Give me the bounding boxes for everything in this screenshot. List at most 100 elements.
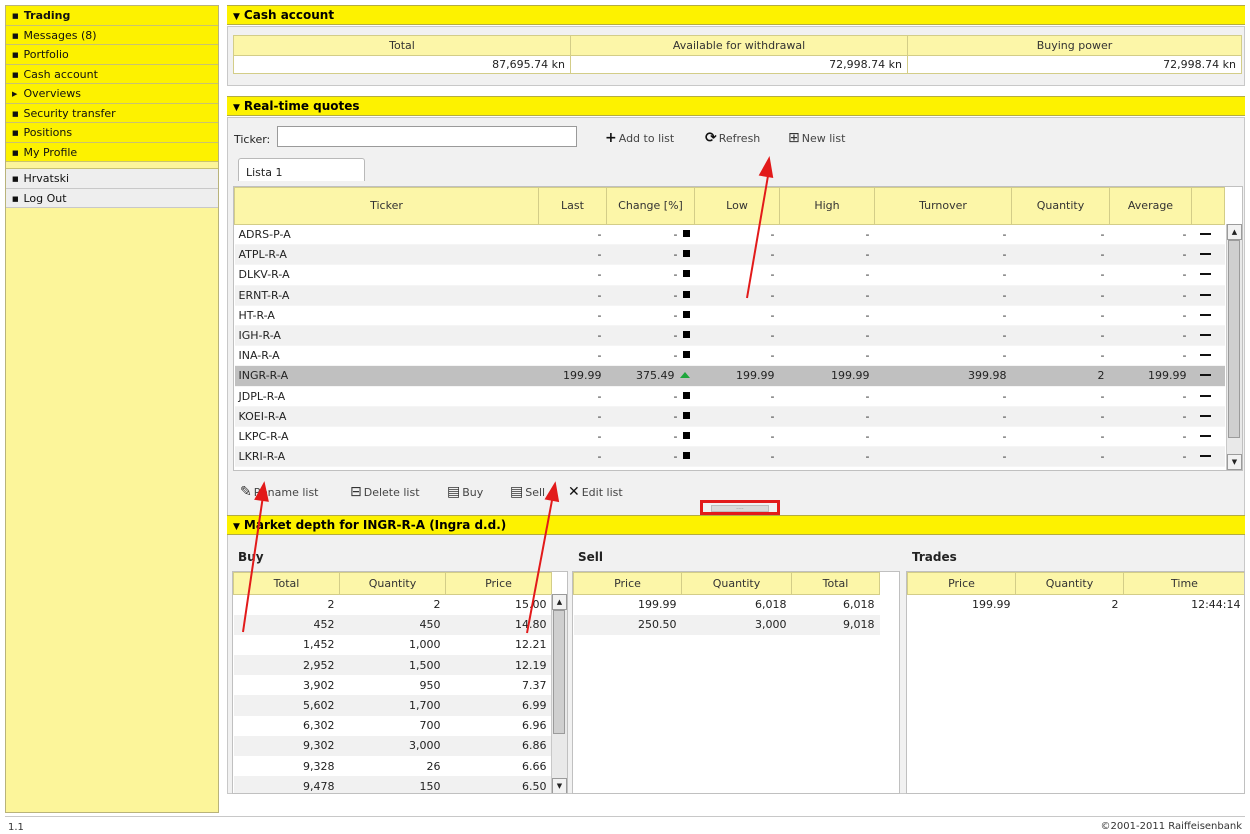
panel-splitter-highlight[interactable]: .... — [700, 500, 780, 515]
sidebar-item-cash-account[interactable]: ■ Cash account — [6, 64, 218, 84]
sell-depth-row-cell: 250.50 — [638, 618, 677, 632]
sell-depth-row[interactable]: 199.99 6,018 6,018 — [574, 595, 880, 615]
col-turnover[interactable]: Turnover — [874, 187, 1012, 225]
quote-row[interactable]: INA-R-A - - - - - - - — [234, 345, 1225, 367]
quote-value: - — [673, 228, 678, 242]
refresh-button[interactable]: ⟳ Refresh — [705, 130, 760, 146]
ticker-input[interactable] — [277, 126, 577, 147]
buy-depth-row[interactable]: 5,602 1,700 6.99 — [233, 695, 552, 716]
up-arrow-icon — [679, 372, 690, 379]
quote-row[interactable]: LKPC-R-A - - - - - - - — [234, 426, 1225, 448]
buy-depth-row[interactable]: 3,902 950 7.37 — [234, 675, 552, 695]
minus-icon[interactable] — [1199, 334, 1211, 337]
tab-lista-1[interactable]: Lista 1 — [238, 158, 365, 181]
buy-depth-row[interactable]: 9,478 150 6.50 — [233, 776, 552, 793]
quote-value: - — [770, 268, 775, 282]
minus-icon[interactable] — [1199, 273, 1211, 276]
col-low[interactable]: Low — [694, 187, 780, 225]
quote-remove-cell — [1191, 386, 1225, 407]
col-trade-price[interactable]: Price — [907, 572, 1016, 595]
buy-depth-row[interactable]: 2 2 15.00 — [234, 595, 552, 615]
scroll-thumb[interactable] — [553, 610, 565, 734]
cash-account-header[interactable]: ▼ Cash account — [227, 5, 1245, 25]
col-buy-quantity[interactable]: Quantity — [339, 572, 446, 595]
scroll-down-button[interactable]: ▼ — [552, 778, 567, 793]
col-last[interactable]: Last — [538, 187, 607, 225]
sidebar-item-trading[interactable]: ■ Trading — [6, 6, 218, 26]
col-actions — [1191, 187, 1225, 225]
minus-icon[interactable] — [1199, 455, 1211, 458]
sidebar-item-overviews[interactable]: ▶ Overviews — [6, 84, 218, 104]
minus-icon[interactable] — [1199, 233, 1211, 236]
buy-scrollbar[interactable]: ▲ ▼ — [551, 594, 567, 793]
col-trade-quantity[interactable]: Quantity — [1015, 572, 1124, 595]
quote-row[interactable]: INGR-R-A 199.99 375.49 199.99 199.99 399.98 2 1… — [234, 365, 1225, 387]
new-list-button[interactable]: ⊞ New list — [788, 130, 845, 146]
col-buy-total[interactable]: Total — [233, 572, 340, 595]
quote-row[interactable]: KOEI-R-A - - - - - - - — [234, 406, 1225, 427]
scroll-thumb[interactable] — [1228, 240, 1240, 438]
quote-cell-change: - — [606, 345, 695, 367]
col-high[interactable]: High — [779, 187, 875, 225]
rename-list-button[interactable]: ✎ Rename list — [240, 484, 319, 500]
minus-icon[interactable] — [1199, 414, 1211, 417]
market-depth-header[interactable]: ▼ Market depth for INGR-R-A (Ingra d.d.) — [227, 515, 1245, 535]
quote-row[interactable]: ERNT-R-A - - - - - - - — [234, 285, 1225, 306]
quote-row[interactable]: ADRS-P-A - - - - - - - — [234, 224, 1225, 246]
quote-cell-ticker: IGH-R-A — [234, 325, 539, 347]
sidebar-item-messages[interactable]: ■ Messages (8) — [6, 25, 218, 45]
minus-icon[interactable] — [1199, 354, 1211, 357]
edit-list-button[interactable]: ✕ Edit list — [568, 484, 623, 500]
minus-icon[interactable] — [1199, 394, 1211, 397]
sell-depth-row[interactable]: 250.50 3,000 9,018 — [573, 614, 880, 635]
quote-row[interactable]: DLKV-R-A - - - - - - - — [234, 264, 1225, 286]
minus-icon[interactable] — [1199, 374, 1211, 377]
quotes-scrollbar[interactable]: ▲ ▼ — [1226, 224, 1242, 470]
buy-depth-row[interactable]: 9,302 3,000 6.86 — [233, 735, 552, 756]
buy-depth-row[interactable]: 2,952 1,500 12.19 — [233, 655, 552, 676]
collapse-arrow-icon: ▼ — [233, 522, 240, 532]
quote-cell-last: - — [538, 406, 607, 427]
scroll-down-button[interactable]: ▼ — [1227, 454, 1242, 470]
minus-icon[interactable] — [1199, 293, 1211, 296]
col-buy-price[interactable]: Price — [445, 572, 552, 595]
buy-button[interactable]: ▤ Buy — [447, 484, 483, 500]
minus-icon[interactable] — [1199, 434, 1211, 437]
col-sell-total[interactable]: Total — [791, 572, 880, 595]
col-change[interactable]: Change [%] — [606, 187, 695, 225]
scroll-up-button[interactable]: ▲ — [1227, 224, 1242, 240]
quote-row[interactable]: IGH-R-A - - - - - - - — [234, 325, 1225, 347]
quote-value: - — [865, 228, 870, 242]
add-to-list-button[interactable]: + Add to list — [605, 130, 674, 146]
buy-depth-row[interactable]: 452 450 14.80 — [233, 614, 552, 635]
minus-icon[interactable] — [1199, 253, 1211, 256]
status-square-icon — [682, 270, 690, 278]
quote-cell-high: - — [779, 305, 875, 326]
sidebar-item-hrvatski[interactable]: ■ Hrvatski — [6, 169, 218, 189]
sidebar-item-security-transfer[interactable]: ■ Security transfer — [6, 103, 218, 123]
buy-depth-row[interactable]: 9,328 26 6.66 — [234, 756, 552, 776]
quote-row[interactable]: JDPL-R-A - - - - - - - — [234, 386, 1225, 407]
scroll-up-button[interactable]: ▲ — [552, 594, 567, 610]
sidebar-item-positions[interactable]: ■ Positions — [6, 123, 218, 143]
sidebar-item-portfolio[interactable]: ■ Portfolio — [6, 45, 218, 65]
col-ticker[interactable]: Ticker — [234, 187, 539, 225]
buy-depth-row[interactable]: 1,452 1,000 12.21 — [234, 635, 552, 655]
quote-row[interactable]: LKRI-R-A - - - - - - - — [234, 446, 1225, 468]
sell-button[interactable]: ▤ Sell — [510, 484, 545, 500]
quote-row[interactable]: ATPL-R-A - - - - - - - — [234, 244, 1225, 266]
buy-depth-row[interactable]: 6,302 700 6.96 — [234, 716, 552, 736]
sidebar-item-my-profile[interactable]: ■ My Profile — [6, 142, 218, 162]
realtime-quotes-header[interactable]: ▼ Real-time quotes — [227, 96, 1245, 116]
sidebar-item-log-out[interactable]: ■ Log Out — [6, 188, 218, 208]
col-trade-time[interactable]: Time — [1123, 572, 1244, 595]
col-quantity[interactable]: Quantity — [1011, 187, 1110, 225]
trade-row[interactable]: 199.99 2 12:44:14 — [908, 595, 1245, 615]
col-sell-quantity[interactable]: Quantity — [681, 572, 792, 595]
col-average[interactable]: Average — [1109, 187, 1192, 225]
quote-row[interactable]: HT-R-A - - - - - - - — [234, 305, 1225, 326]
splitter-grip[interactable]: .... — [711, 505, 769, 512]
col-sell-price[interactable]: Price — [573, 572, 682, 595]
delete-list-button[interactable]: ⊟ Delete list — [350, 484, 420, 500]
minus-icon[interactable] — [1199, 313, 1211, 316]
